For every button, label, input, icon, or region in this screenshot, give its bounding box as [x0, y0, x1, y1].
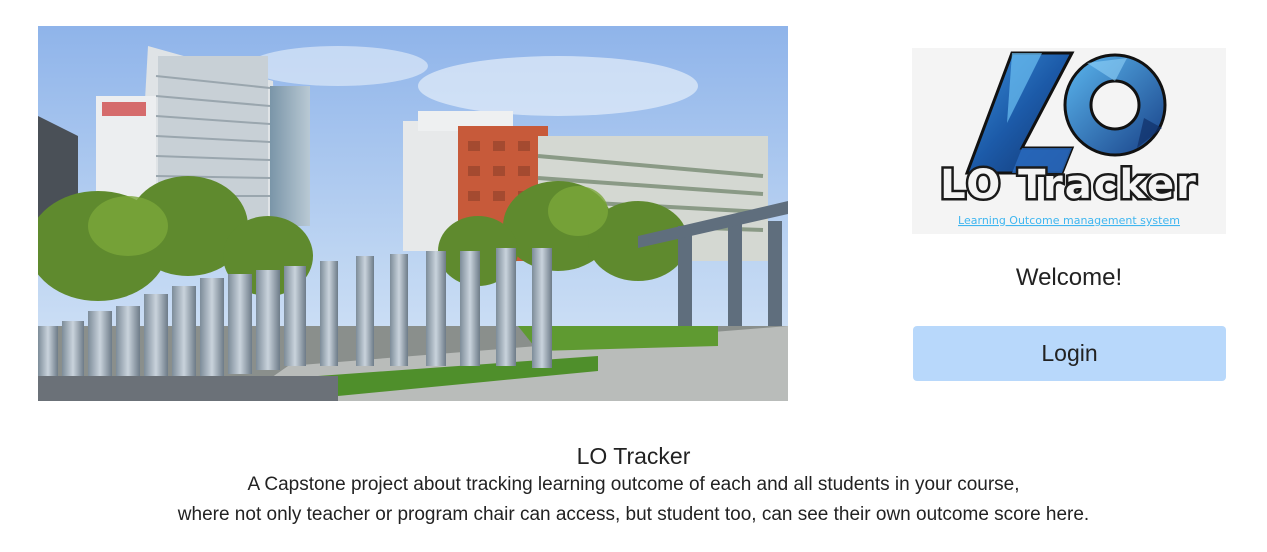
welcome-text: Welcome!: [1015, 264, 1123, 291]
logo-title: LO Tracker: [940, 162, 1198, 208]
about-line-2: where not only teacher or program chair …: [177, 504, 1090, 525]
about-line-1: A Capstone project about tracking learni…: [247, 474, 1020, 495]
campus-photo: [38, 26, 788, 401]
lo-tracker-logo: LO Tracker Learning Outcome management s…: [912, 48, 1226, 234]
about-title: LO Tracker: [576, 443, 691, 469]
login-button[interactable]: Login: [913, 326, 1226, 381]
about-section: LO Tracker A Capstone project about trac…: [0, 442, 1267, 530]
logo-subtitle: Learning Outcome management system: [958, 214, 1180, 227]
landing-page: LO Tracker Learning Outcome management s…: [0, 0, 1267, 552]
